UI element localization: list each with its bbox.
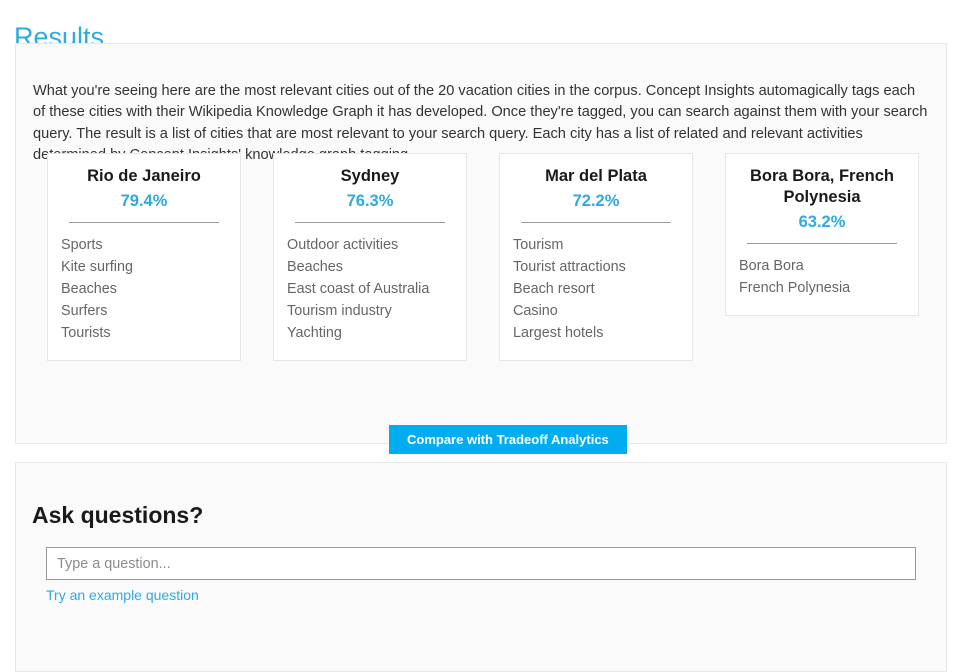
city-card-score: 63.2% bbox=[798, 213, 846, 231]
city-card-score: 76.3% bbox=[346, 192, 394, 210]
city-card-tag: Sports bbox=[61, 237, 103, 253]
city-card-tag-list: Bora Bora French Polynesia bbox=[739, 255, 905, 299]
city-card-tag-list: Outdoor activities Beaches East coast of… bbox=[287, 234, 453, 344]
try-example-question-link[interactable]: Try an example question bbox=[46, 586, 199, 604]
city-card-tag: Tourists bbox=[61, 325, 111, 341]
card-divider bbox=[747, 243, 897, 244]
city-card-score: 79.4% bbox=[120, 192, 168, 210]
city-card-tag: Kite surfing bbox=[61, 259, 133, 275]
card-divider bbox=[69, 222, 219, 223]
city-card-tag-list: Tourism Tourist attractions Beach resort… bbox=[513, 234, 679, 344]
city-card-tag: Beaches bbox=[61, 281, 118, 297]
city-card-tag: East coast of Australia bbox=[287, 281, 430, 297]
city-card-tag: Beaches bbox=[287, 259, 344, 275]
city-card-tag: Yachting bbox=[287, 325, 342, 341]
city-card-tag: Tourist attractions bbox=[513, 259, 626, 275]
city-card-tag: Tourism bbox=[513, 237, 564, 253]
city-card[interactable]: Bora Bora, French Polynesia 63.2% Bora B… bbox=[725, 153, 919, 316]
city-card-tag: Surfers bbox=[61, 303, 108, 319]
city-card[interactable]: Sydney 76.3% Outdoor activities Beaches … bbox=[273, 153, 467, 361]
card-divider bbox=[521, 222, 671, 223]
city-card-title: Bora Bora, French Polynesia bbox=[750, 167, 894, 206]
city-card-tag: Bora Bora bbox=[739, 258, 804, 274]
city-card-title: Mar del Plata bbox=[545, 167, 647, 185]
city-cards-row: Rio de Janeiro 79.4% Sports Kite surfing… bbox=[47, 153, 919, 361]
city-card-tag: Outdoor activities bbox=[287, 237, 399, 253]
city-card-tag: Largest hotels bbox=[513, 325, 604, 341]
city-card[interactable]: Rio de Janeiro 79.4% Sports Kite surfing… bbox=[47, 153, 241, 361]
results-panel: What you're seeing here are the most rel… bbox=[15, 43, 947, 454]
city-card-tag-list: Sports Kite surfing Beaches Surfers Tour… bbox=[61, 234, 227, 344]
city-card-title: Sydney bbox=[340, 167, 400, 185]
question-input[interactable] bbox=[46, 547, 916, 580]
city-card-tag: Casino bbox=[513, 303, 558, 319]
card-divider bbox=[295, 222, 445, 223]
ask-questions-panel: Ask questions? Try an example question bbox=[15, 462, 947, 672]
city-card-tag: Tourism industry bbox=[287, 303, 392, 319]
city-card-tag: Beach resort bbox=[513, 281, 595, 297]
ask-questions-heading: Ask questions? bbox=[32, 502, 204, 528]
city-card-title: Rio de Janeiro bbox=[87, 167, 201, 185]
compare-with-tradeoff-analytics-button[interactable]: Compare with Tradeoff Analytics bbox=[389, 425, 627, 454]
city-card[interactable]: Mar del Plata 72.2% Tourism Tourist attr… bbox=[499, 153, 693, 361]
city-card-score: 72.2% bbox=[572, 192, 620, 210]
city-card-tag: French Polynesia bbox=[739, 280, 851, 296]
